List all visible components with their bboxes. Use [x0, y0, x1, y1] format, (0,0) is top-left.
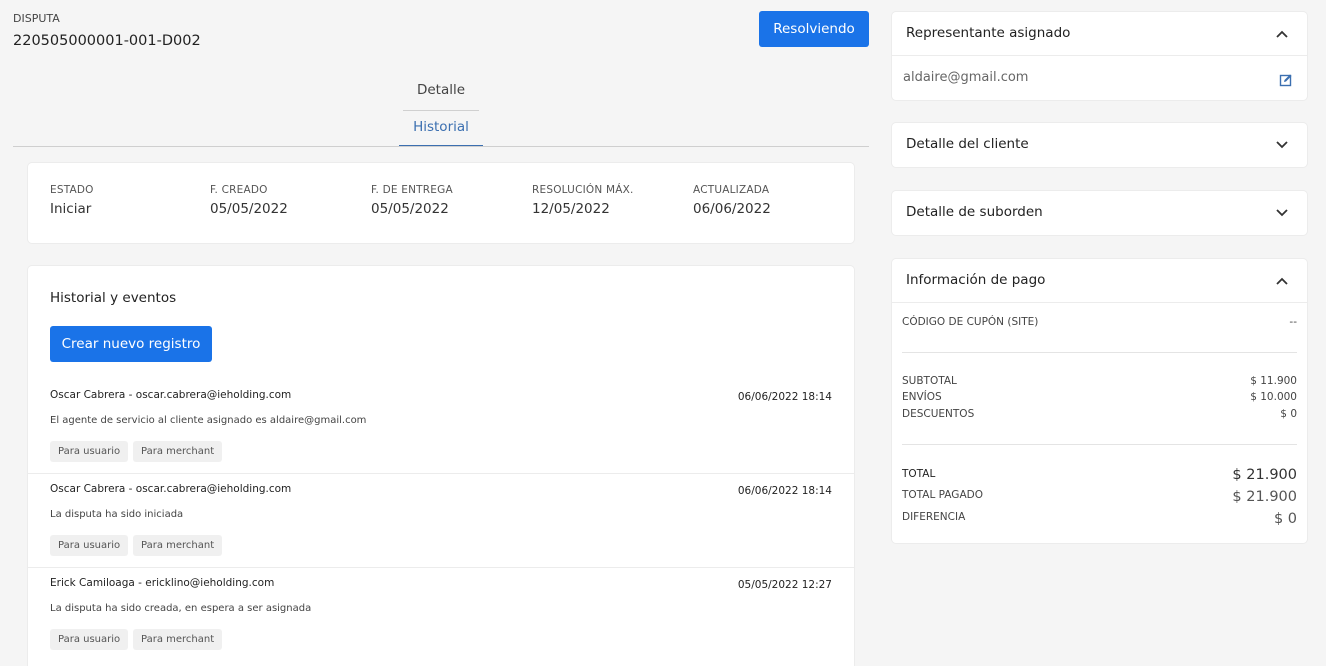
- summary-value: 05/05/2022: [210, 201, 288, 217]
- total-row: TOTAL $ 21.900: [902, 467, 1297, 483]
- payment-divider: [902, 444, 1297, 445]
- tag-user: Para usuario: [50, 535, 129, 556]
- event-text: El agente de servicio al cliente asignad…: [50, 415, 367, 426]
- payment-panel: Información de pago CÓDIGO DE CUPÓN (SIT…: [892, 259, 1307, 543]
- tag-merchant: Para merchant: [133, 535, 223, 556]
- dispute-caption: DISPUTA: [13, 12, 60, 25]
- chevron-up-icon[interactable]: [1275, 27, 1289, 41]
- shipping-row: ENVÍOS $ 10.000: [902, 391, 1297, 403]
- discount-row: DESCUENTOS $ 0: [902, 408, 1297, 420]
- representative-panel: Representante asignado aldaire@gmail.com: [892, 12, 1307, 100]
- summary-label: ACTUALIZADA: [693, 184, 770, 196]
- event-author: Oscar Cabrera - oscar.cabrera@ieholding.…: [50, 389, 292, 401]
- total-label: TOTAL: [902, 468, 936, 480]
- chevron-up-icon[interactable]: [1275, 274, 1289, 288]
- summary-created: F. CREADO 05/05/2022: [210, 184, 288, 217]
- suborder-title[interactable]: Detalle de suborden: [906, 204, 1043, 220]
- subtotal-row: SUBTOTAL $ 11.900: [902, 375, 1297, 387]
- shipping-label: ENVÍOS: [902, 391, 942, 403]
- coupon-label: CÓDIGO DE CUPÓN (SITE): [902, 316, 1039, 328]
- tabs-baseline: [13, 146, 869, 147]
- event-date: 05/05/2022 12:27: [737, 579, 832, 591]
- paid-row: TOTAL PAGADO $ 21.900: [902, 489, 1297, 505]
- summary-label: F. DE ENTREGA: [371, 184, 453, 196]
- history-card: Historial y eventos Crear nuevo registro…: [28, 266, 854, 666]
- payment-title[interactable]: Información de pago: [906, 272, 1045, 288]
- shipping-value: $ 10.000: [1250, 391, 1297, 403]
- summary-estado: ESTADO Iniciar: [50, 184, 94, 217]
- tag-merchant: Para merchant: [133, 441, 223, 462]
- tab-divider: [403, 110, 479, 111]
- subtotal-label: SUBTOTAL: [902, 375, 957, 387]
- history-event: Oscar Cabrera - oscar.cabrera@ieholding.…: [28, 474, 854, 568]
- event-text: La disputa ha sido creada, en espera a s…: [50, 603, 312, 614]
- panel-divider: [892, 55, 1307, 56]
- client-title[interactable]: Detalle del cliente: [906, 136, 1029, 152]
- difference-label: DIFERENCIA: [902, 511, 966, 523]
- total-value: $ 21.900: [1232, 467, 1297, 483]
- representative-title[interactable]: Representante asignado: [906, 25, 1070, 41]
- event-author: Erick Camiloaga - ericklino@ieholding.co…: [50, 577, 275, 589]
- edit-icon[interactable]: [1279, 72, 1293, 87]
- tag-merchant: Para merchant: [133, 629, 223, 650]
- coupon-value: --: [1289, 316, 1297, 328]
- summary-value: 12/05/2022: [532, 201, 610, 217]
- tab-historial[interactable]: Historial: [399, 119, 483, 135]
- panel-divider: [892, 302, 1307, 303]
- difference-value: $ 0: [1273, 511, 1297, 527]
- create-record-button[interactable]: Crear nuevo registro: [50, 326, 212, 362]
- event-date: 06/06/2022 18:14: [737, 485, 832, 497]
- event-author: Oscar Cabrera - oscar.cabrera@ieholding.…: [50, 483, 292, 495]
- summary-value: Iniciar: [50, 201, 92, 217]
- summary-updated: ACTUALIZADA 06/06/2022: [693, 184, 771, 217]
- suborder-panel[interactable]: Detalle de suborden: [892, 191, 1307, 235]
- chevron-down-icon[interactable]: [1275, 138, 1289, 152]
- summary-value: 06/06/2022: [693, 201, 771, 217]
- tab-detalle[interactable]: Detalle: [399, 82, 483, 98]
- summary-label: ESTADO: [50, 184, 94, 196]
- history-event: Oscar Cabrera - oscar.cabrera@ieholding.…: [28, 380, 854, 474]
- summary-label: RESOLUCIÓN MÁX.: [532, 184, 634, 196]
- summary-max-resolution: RESOLUCIÓN MÁX. 12/05/2022: [532, 184, 634, 217]
- payment-divider: [902, 352, 1297, 353]
- summary-delivery: F. DE ENTREGA 05/05/2022: [371, 184, 453, 217]
- status-button[interactable]: Resolviendo: [759, 11, 869, 47]
- client-panel[interactable]: Detalle del cliente: [892, 123, 1307, 167]
- event-date: 06/06/2022 18:14: [737, 391, 832, 403]
- difference-row: DIFERENCIA $ 0: [902, 511, 1297, 527]
- summary-label: F. CREADO: [210, 184, 268, 196]
- history-event: Erick Camiloaga - ericklino@ieholding.co…: [28, 568, 854, 662]
- summary-card: ESTADO Iniciar F. CREADO 05/05/2022 F. D…: [28, 163, 854, 243]
- history-title: Historial y eventos: [50, 290, 177, 306]
- representative-email: aldaire@gmail.com: [903, 70, 1029, 85]
- tag-user: Para usuario: [50, 441, 129, 462]
- chevron-down-icon[interactable]: [1275, 206, 1289, 220]
- dispute-id: 220505000001-001-D002: [13, 33, 201, 49]
- discount-label: DESCUENTOS: [902, 408, 975, 420]
- summary-value: 05/05/2022: [371, 201, 449, 217]
- subtotal-value: $ 11.900: [1250, 375, 1297, 387]
- event-text: La disputa ha sido iniciada: [50, 509, 184, 520]
- tag-user: Para usuario: [50, 629, 129, 650]
- coupon-row: CÓDIGO DE CUPÓN (SITE) --: [902, 316, 1297, 328]
- paid-label: TOTAL PAGADO: [902, 489, 983, 501]
- paid-value: $ 21.900: [1232, 489, 1297, 505]
- discount-value: $ 0: [1280, 408, 1297, 420]
